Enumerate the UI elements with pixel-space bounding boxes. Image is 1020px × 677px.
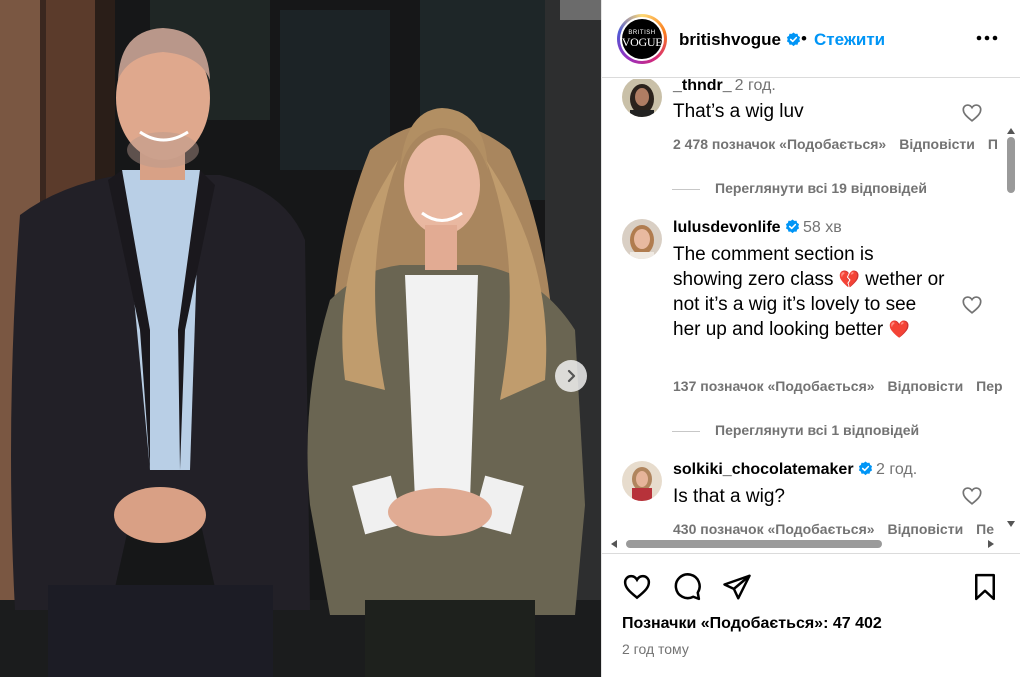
reply-button[interactable]: Відповісти [888, 378, 964, 394]
scroll-left-arrow-icon[interactable] [610, 539, 618, 549]
post-photo [0, 0, 601, 677]
carousel-next-button[interactable] [555, 360, 587, 392]
heart-icon[interactable] [961, 485, 983, 507]
brand-logo: BRITISH VOGUE [622, 19, 663, 59]
verified-badge-icon [786, 32, 800, 47]
share-paper-plane-icon[interactable] [722, 572, 752, 602]
follow-button[interactable]: Стежити [814, 30, 885, 50]
comment-more-link[interactable]: Пе [976, 521, 994, 537]
heart-icon[interactable] [961, 294, 983, 316]
red-heart-emoji: ❤️ [888, 320, 910, 339]
replies-divider [672, 188, 700, 190]
commenter-avatar[interactable] [622, 461, 662, 501]
reply-button[interactable]: Відповісти [888, 521, 964, 537]
comment-text: That’s a wig luv [673, 101, 804, 122]
commenter-username[interactable]: lulusdevonlife 58 хв [673, 219, 842, 237]
profile-username-link[interactable]: britishvogue [679, 30, 801, 50]
more-options-button[interactable] [972, 26, 1002, 50]
broken-heart-emoji: 💔 [838, 270, 860, 289]
verified-badge-icon [858, 461, 873, 476]
post-header: BRITISH VOGUE britishvogue • Стежити [602, 0, 1020, 78]
reply-button[interactable]: Відповісти [899, 136, 975, 152]
post-actions-footer: Позначки «Подобається»: 47 402 2 год том… [602, 553, 1020, 677]
comment-more-link[interactable]: П [988, 136, 998, 152]
horizontal-scrollbar-thumb[interactable] [626, 540, 882, 548]
scroll-up-arrow-icon[interactable] [1006, 127, 1016, 135]
scroll-right-arrow-icon[interactable] [987, 539, 995, 549]
commenter-username[interactable]: solkiki_chocolatemaker 2 год. [673, 461, 917, 479]
commenter-username[interactable]: _thndr_ 2 год. [673, 79, 776, 95]
heart-icon[interactable] [961, 102, 983, 124]
more-horizontal-icon [976, 35, 998, 41]
save-bookmark-icon[interactable] [970, 572, 1000, 602]
commenter-avatar[interactable] [622, 219, 662, 259]
comment-text: The comment section is showing zero clas… [673, 244, 945, 340]
comment-likes-count[interactable]: 137 позначок «Подобається» [673, 378, 875, 394]
comment-bubble-icon[interactable] [672, 572, 702, 602]
comment-meta: 430 позначок «Подобається» Відповісти Пе [673, 521, 1007, 537]
comment-time: 2 год. [876, 461, 918, 478]
scroll-down-arrow-icon[interactable] [1006, 520, 1016, 528]
verified-badge-icon [785, 219, 800, 234]
header-separator: • [801, 29, 807, 48]
vertical-scrollbar-thumb[interactable] [1007, 137, 1015, 193]
commenter-avatar[interactable] [622, 79, 662, 117]
chevron-right-icon [567, 369, 576, 383]
like-heart-icon[interactable] [622, 572, 652, 602]
comment-time: 58 хв [803, 219, 842, 236]
horizontal-scrollbar[interactable] [610, 537, 1002, 551]
post-timestamp: 2 год тому [622, 641, 689, 657]
comment-item: lulusdevonlife 58 хв The comment section… [622, 219, 1003, 399]
view-replies-link[interactable]: Переглянути всі 19 відповідей [672, 180, 927, 196]
comment-meta: 2 478 позначок «Подобається» Відповісти П [673, 136, 1011, 152]
replies-divider [672, 430, 700, 432]
comment-time: 2 год. [734, 79, 776, 94]
post-side-panel: BRITISH VOGUE britishvogue • Стежити _th… [601, 0, 1020, 677]
comment-more-link[interactable]: Пер [976, 378, 1002, 394]
comment-text: Is that a wig? [673, 486, 785, 507]
comment-meta: 137 позначок «Подобається» Відповісти Пер [673, 378, 1016, 394]
comment-likes-count[interactable]: 2 478 позначок «Подобається» [673, 136, 886, 152]
comments-list[interactable]: _thndr_ 2 год. That’s a wig luv 2 478 поз… [602, 79, 1020, 553]
post-image [0, 0, 601, 677]
comment-likes-count[interactable]: 430 позначок «Подобається» [673, 521, 875, 537]
view-replies-link[interactable]: Переглянути всі 1 відповідей [672, 422, 919, 438]
post-likes-count[interactable]: Позначки «Подобається»: 47 402 [622, 615, 882, 633]
profile-avatar[interactable]: BRITISH VOGUE [617, 14, 667, 64]
